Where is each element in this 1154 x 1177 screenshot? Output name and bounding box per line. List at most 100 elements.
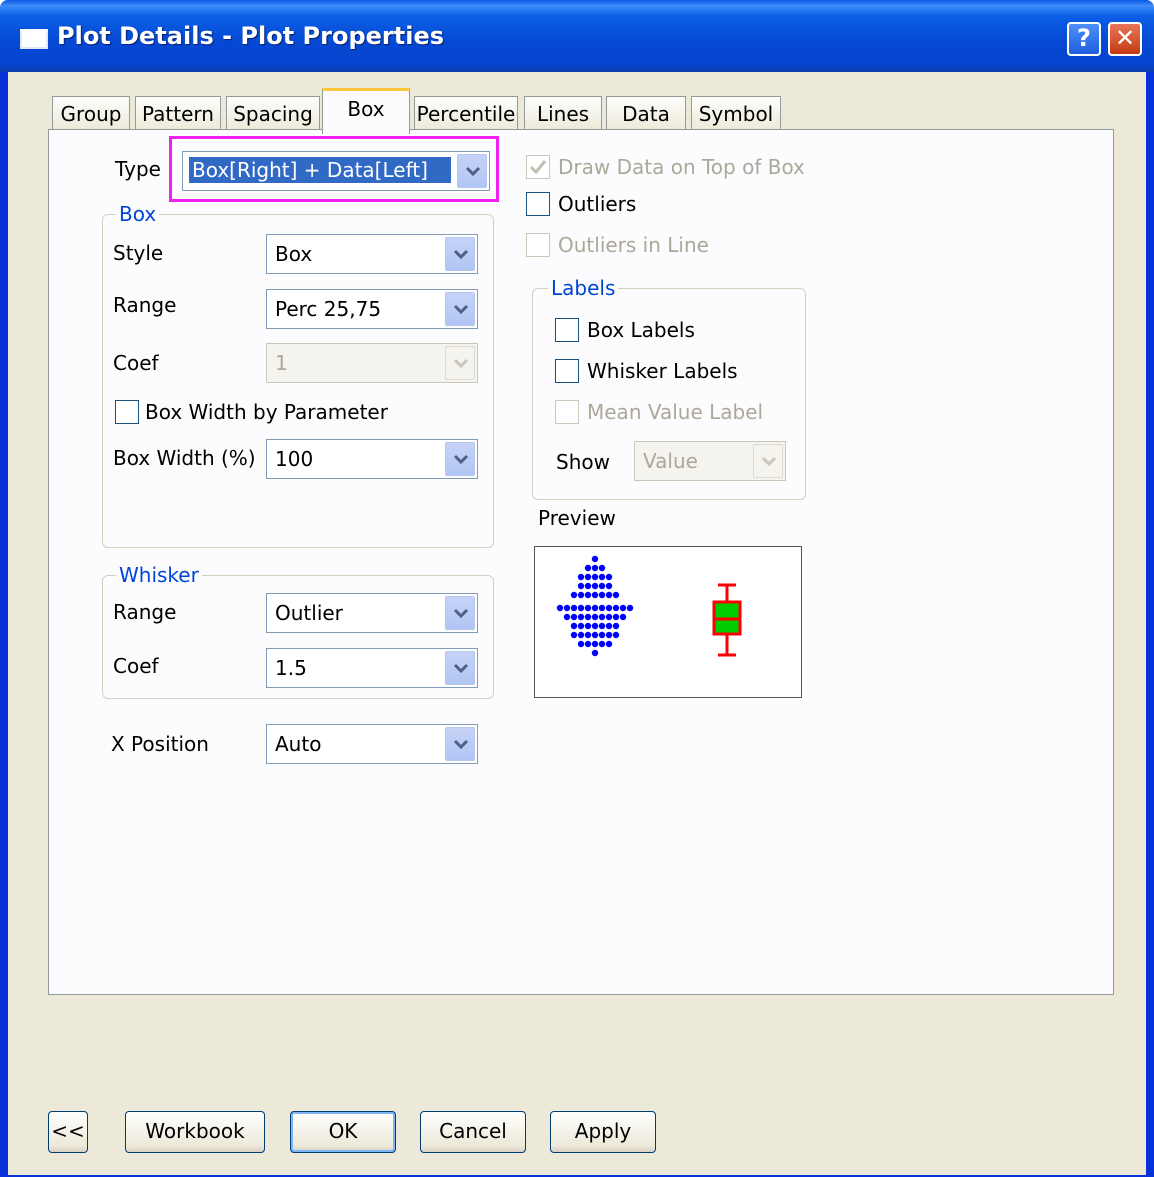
preview-dot: [605, 613, 613, 621]
workbook-button[interactable]: Workbook: [125, 1111, 265, 1153]
chevron-down-icon[interactable]: [445, 237, 475, 271]
collapse-button[interactable]: <<: [48, 1111, 88, 1153]
preview-dot: [584, 582, 592, 590]
chevron-down-icon[interactable]: [445, 596, 475, 630]
chevron-down-icon[interactable]: [445, 651, 475, 685]
apply-button[interactable]: Apply: [550, 1111, 656, 1153]
preview-dot: [619, 613, 627, 621]
type-label: Type: [115, 157, 161, 181]
tab-percentile[interactable]: Percentile: [414, 96, 518, 132]
close-button[interactable]: ✕: [1108, 22, 1142, 56]
preview-dot: [584, 604, 592, 612]
box-style-combo[interactable]: Box: [266, 234, 478, 274]
preview-dot: [584, 613, 592, 621]
preview-dot: [591, 622, 599, 630]
preview-dot: [619, 604, 627, 612]
preview-dot: [577, 582, 585, 590]
preview-dot: [591, 582, 599, 590]
outliers-checkbox[interactable]: [526, 192, 550, 216]
box-style-value: Box: [275, 242, 313, 266]
box-range-value: Perc 25,75: [275, 297, 382, 321]
box-range-combo[interactable]: Perc 25,75: [266, 289, 478, 329]
box-width-by-parameter-label: Box Width by Parameter: [145, 400, 388, 424]
preview-dot: [612, 591, 620, 599]
mean-value-label-checkbox[interactable]: [555, 400, 579, 424]
box-width-label: Box Width (%): [113, 446, 256, 470]
preview-dot: [577, 613, 585, 621]
preview-dot: [605, 591, 613, 599]
whisker-coef-combo[interactable]: 1.5: [266, 648, 478, 688]
preview-dot: [591, 613, 599, 621]
chevron-down-icon: [753, 444, 783, 478]
whisker-group-legend: Whisker: [116, 563, 202, 587]
ok-button[interactable]: OK: [290, 1111, 396, 1153]
preview-dot: [598, 640, 606, 648]
tab-symbol[interactable]: Symbol: [691, 96, 781, 132]
preview-dot: [570, 631, 578, 639]
preview-dot: [598, 622, 606, 630]
tab-pattern[interactable]: Pattern: [135, 96, 221, 132]
preview-dot: [605, 631, 613, 639]
chevron-down-icon[interactable]: [445, 727, 475, 761]
chevron-down-icon[interactable]: [445, 442, 475, 476]
preview-label: Preview: [538, 506, 616, 530]
preview-dot: [570, 613, 578, 621]
data-dots: [556, 555, 634, 657]
chevron-down-icon: [445, 346, 475, 380]
box-width-by-parameter-checkbox[interactable]: [115, 400, 139, 424]
preview-dot: [584, 573, 592, 581]
preview-box: [534, 546, 802, 698]
preview-dot: [612, 631, 620, 639]
tab-lines[interactable]: Lines: [524, 96, 602, 132]
whisker-range-value: Outlier: [275, 601, 343, 625]
box-coef-combo[interactable]: 1: [266, 343, 478, 383]
preview-dot: [584, 640, 592, 648]
tab-data[interactable]: Data: [606, 96, 686, 132]
preview-dot: [598, 604, 606, 612]
show-label: Show: [556, 450, 610, 474]
checkmark-icon: [529, 160, 547, 175]
whisker-labels-checkbox[interactable]: [555, 359, 579, 383]
cancel-button[interactable]: Cancel: [420, 1111, 526, 1153]
window-icon: [20, 29, 48, 49]
draw-on-top-checkbox[interactable]: [526, 155, 550, 179]
title-bar[interactable]: Plot Details - Plot Properties ? ✕: [0, 0, 1154, 72]
box-coef-label: Coef: [113, 351, 159, 375]
whisker-range-combo[interactable]: Outlier: [266, 593, 478, 633]
preview-dot: [577, 631, 585, 639]
show-value: Value: [643, 449, 698, 473]
tab-group[interactable]: Group: [52, 96, 130, 132]
preview-dot: [584, 622, 592, 630]
preview-dot: [563, 613, 571, 621]
preview-dot: [577, 622, 585, 630]
preview-dot: [605, 604, 613, 612]
whisker-coef-label: Coef: [113, 654, 159, 678]
tab-box[interactable]: Box: [322, 88, 410, 134]
outliers-in-line-checkbox[interactable]: [526, 233, 550, 257]
whisker-labels-label: Whisker Labels: [587, 359, 738, 383]
preview-dot: [577, 604, 585, 612]
preview-dot: [584, 564, 592, 572]
box-labels-checkbox[interactable]: [555, 318, 579, 342]
box-labels-label: Box Labels: [587, 318, 695, 342]
preview-dot: [556, 604, 564, 612]
whisker-coef-value: 1.5: [275, 656, 307, 680]
x-position-combo[interactable]: Auto: [266, 724, 478, 764]
box-style-label: Style: [113, 241, 164, 265]
help-button[interactable]: ?: [1067, 22, 1101, 56]
preview-dot: [591, 640, 599, 648]
box-plot-icon: [712, 583, 742, 657]
box-width-combo[interactable]: 100: [266, 439, 478, 479]
whisker-range-label: Range: [113, 600, 177, 624]
tab-spacing[interactable]: Spacing: [226, 96, 320, 132]
preview-dot: [626, 604, 634, 612]
box-range-label: Range: [113, 293, 177, 317]
preview-dot: [605, 622, 613, 630]
preview-dot: [584, 631, 592, 639]
preview-dot: [591, 604, 599, 612]
preview-dot: [570, 591, 578, 599]
outliers-label: Outliers: [558, 192, 637, 216]
show-combo[interactable]: Value: [634, 441, 786, 481]
type-highlight-box: [169, 136, 499, 202]
chevron-down-icon[interactable]: [445, 292, 475, 326]
